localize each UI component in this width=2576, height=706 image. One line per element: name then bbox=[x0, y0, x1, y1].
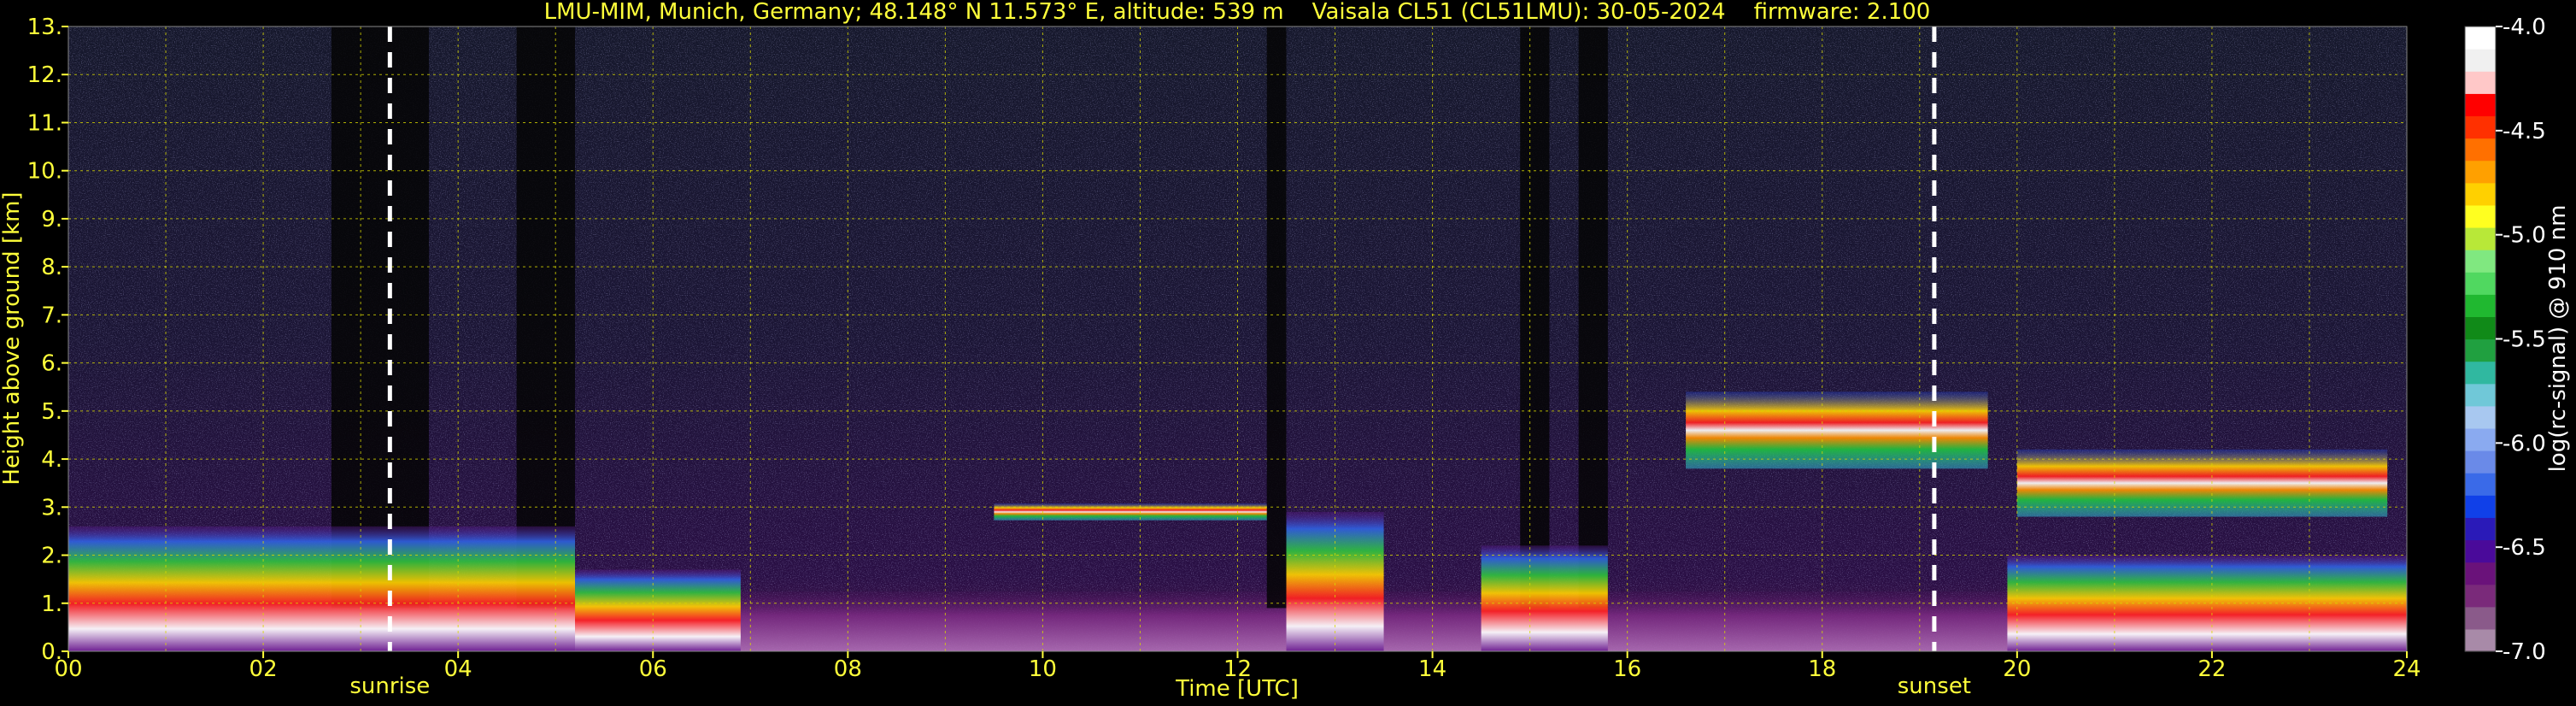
y-tick-label: 4. bbox=[41, 447, 62, 473]
colorbar-swatch bbox=[2465, 361, 2496, 385]
colorbar-swatch bbox=[2465, 338, 2496, 362]
colorbar-swatch bbox=[2465, 316, 2496, 340]
cloud-layer bbox=[1686, 391, 1988, 469]
colorbar-swatch bbox=[2465, 138, 2496, 162]
colorbar-swatch bbox=[2465, 427, 2496, 451]
cloud-layer bbox=[2016, 449, 2388, 517]
colorbar-tick-label: -5.5 bbox=[2503, 327, 2546, 353]
ceilometer-chart: LMU-MIM, Munich, Germany; 48.148° N 11.5… bbox=[0, 0, 2571, 702]
y-tick-label: 12. bbox=[27, 62, 62, 88]
colorbar-swatch bbox=[2465, 49, 2496, 72]
x-axis-label: Time [UTC] bbox=[1175, 676, 1299, 702]
dark-band bbox=[1520, 26, 1550, 609]
y-tick-label: 10. bbox=[27, 159, 62, 185]
colorbar-swatch bbox=[2465, 227, 2496, 250]
colorbar-swatch bbox=[2465, 182, 2496, 206]
dark-band bbox=[331, 26, 429, 609]
colorbar-swatch bbox=[2465, 628, 2496, 652]
colorbar-label: log(rc-signal) @ 910 nm bbox=[2545, 205, 2571, 473]
colorbar-swatch bbox=[2465, 250, 2496, 273]
y-tick-label: 2. bbox=[41, 544, 62, 569]
x-tick-label: 24 bbox=[2392, 656, 2421, 682]
dark-band bbox=[516, 26, 576, 609]
dark-band bbox=[1266, 26, 1287, 609]
x-tick-label: 10 bbox=[1029, 656, 1057, 682]
x-tick-label: 22 bbox=[2198, 656, 2226, 682]
y-tick-label: 3. bbox=[41, 495, 62, 521]
cloud-layer bbox=[994, 503, 1267, 521]
boundary-layer-region bbox=[1286, 511, 1384, 651]
colorbar-swatch bbox=[2465, 495, 2496, 518]
colorbar-tick-label: -5.0 bbox=[2503, 223, 2546, 249]
colorbar-tick-label: -4.0 bbox=[2503, 15, 2546, 40]
colorbar-tick-label: -7.0 bbox=[2503, 639, 2546, 665]
y-tick-label: 1. bbox=[41, 591, 62, 617]
colorbar-swatch bbox=[2465, 115, 2496, 139]
colorbar-swatch bbox=[2465, 539, 2496, 563]
colorbar-swatch bbox=[2465, 562, 2496, 585]
colorbar-swatch bbox=[2465, 405, 2496, 429]
y-tick-label: 5. bbox=[41, 399, 62, 425]
x-tick-label: 08 bbox=[834, 656, 862, 682]
y-tick-label: 8. bbox=[41, 255, 62, 280]
colorbar-swatch bbox=[2465, 93, 2496, 117]
x-tick-label: 14 bbox=[1418, 656, 1446, 682]
colorbar-swatch bbox=[2465, 71, 2496, 94]
colorbar-swatch bbox=[2465, 473, 2496, 496]
colorbar-swatch bbox=[2465, 160, 2496, 184]
colorbar-swatch bbox=[2465, 584, 2496, 608]
colorbar-tick-label: -6.5 bbox=[2503, 535, 2546, 561]
y-axis-ticks: 0.1.2.3.4.5.6.7.8.9.10.11.12.13. bbox=[27, 15, 68, 665]
colorbar-tick-label: -4.5 bbox=[2503, 119, 2546, 144]
x-tick-label: 02 bbox=[249, 656, 278, 682]
chart-title: LMU-MIM, Munich, Germany; 48.148° N 11.5… bbox=[544, 0, 1931, 25]
y-tick-label: 13. bbox=[27, 15, 62, 40]
colorbar-swatch bbox=[2465, 383, 2496, 407]
colorbar-swatch bbox=[2465, 517, 2496, 541]
y-tick-label: 7. bbox=[41, 303, 62, 328]
boundary-layer-region bbox=[1481, 545, 1608, 651]
plot-area bbox=[67, 26, 2408, 652]
sun-labels: sunrise sunset bbox=[349, 674, 1971, 699]
sun-label: sunrise bbox=[349, 674, 430, 699]
x-tick-label: 04 bbox=[444, 656, 472, 682]
colorbar-swatch bbox=[2465, 204, 2496, 228]
colorbar-swatch bbox=[2465, 294, 2496, 317]
colorbar-swatch bbox=[2465, 606, 2496, 630]
colorbar-swatch bbox=[2465, 272, 2496, 295]
boundary-layer-region bbox=[68, 526, 576, 651]
colorbar-tick-label: -6.0 bbox=[2503, 431, 2546, 456]
x-tick-label: 00 bbox=[54, 656, 82, 682]
y-axis-label: Height above ground [km] bbox=[0, 191, 25, 485]
x-tick-label: 06 bbox=[639, 656, 667, 682]
boundary-layer-region bbox=[575, 569, 741, 651]
sun-label: sunset bbox=[1898, 674, 1971, 699]
y-tick-label: 11. bbox=[27, 110, 62, 136]
y-tick-label: 9. bbox=[41, 207, 62, 232]
x-tick-label: 18 bbox=[1808, 656, 1836, 682]
x-tick-label: 16 bbox=[1613, 656, 1641, 682]
dark-band bbox=[1578, 26, 1608, 609]
colorbar: -4.0 -4.5 -5.0 -5.5 -6.0 -6.5 -7.0 bbox=[2464, 15, 2546, 665]
x-tick-label: 20 bbox=[2003, 656, 2031, 682]
colorbar-swatch bbox=[2465, 26, 2496, 50]
y-tick-label: 6. bbox=[41, 351, 62, 377]
colorbar-swatch bbox=[2465, 450, 2496, 474]
